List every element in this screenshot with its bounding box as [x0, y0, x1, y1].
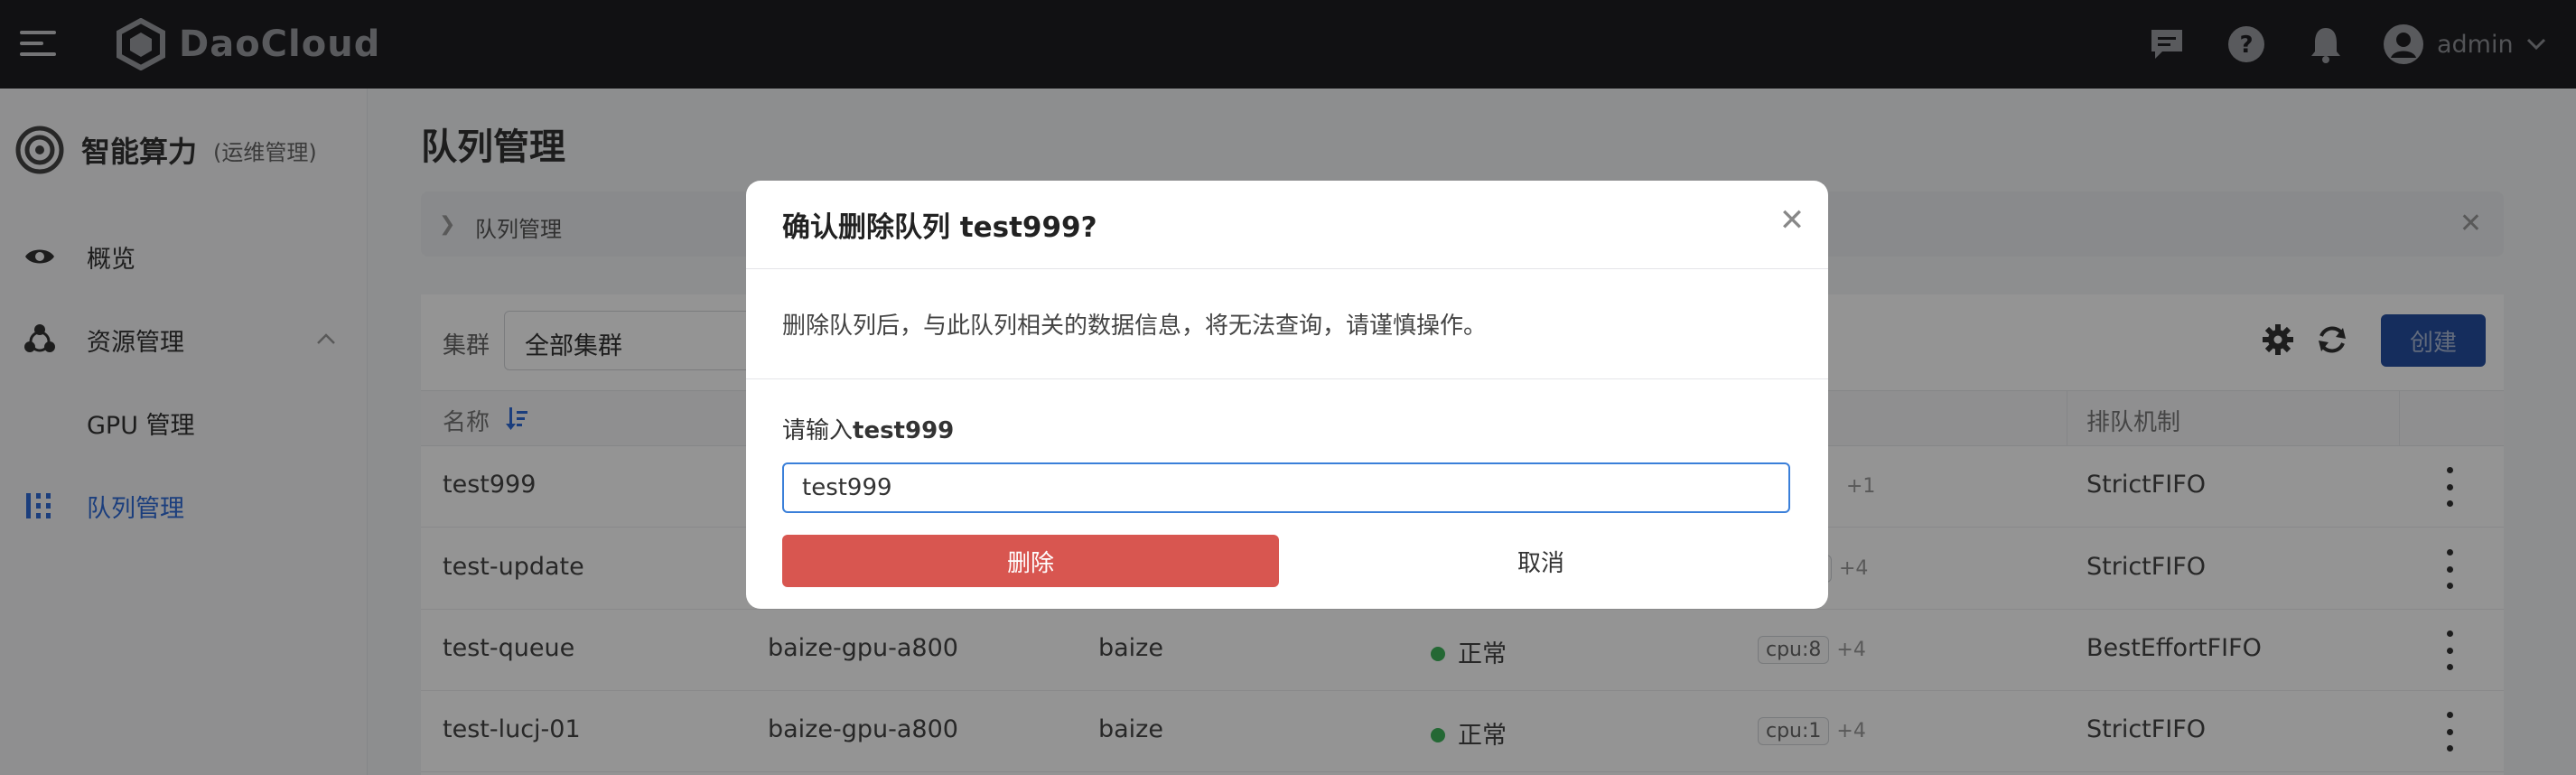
delete-queue-dialog: 确认删除队列 test999? ✕ 删除队列后，与此队列相关的数据信息，将无法查…: [746, 181, 1828, 609]
delete-button[interactable]: 删除: [782, 535, 1279, 587]
divider: [746, 268, 1828, 269]
close-icon[interactable]: ✕: [1774, 202, 1810, 238]
confirm-name-input[interactable]: [782, 462, 1790, 513]
divider: [746, 378, 1828, 379]
dialog-title: 确认删除队列 test999?: [782, 211, 1097, 244]
cancel-button[interactable]: 取消: [1292, 535, 1790, 587]
dialog-warning-text: 删除队列后，与此队列相关的数据信息，将无法查询，请谨慎操作。: [782, 313, 1488, 340]
confirm-input-label: 请输入test999: [782, 417, 955, 444]
